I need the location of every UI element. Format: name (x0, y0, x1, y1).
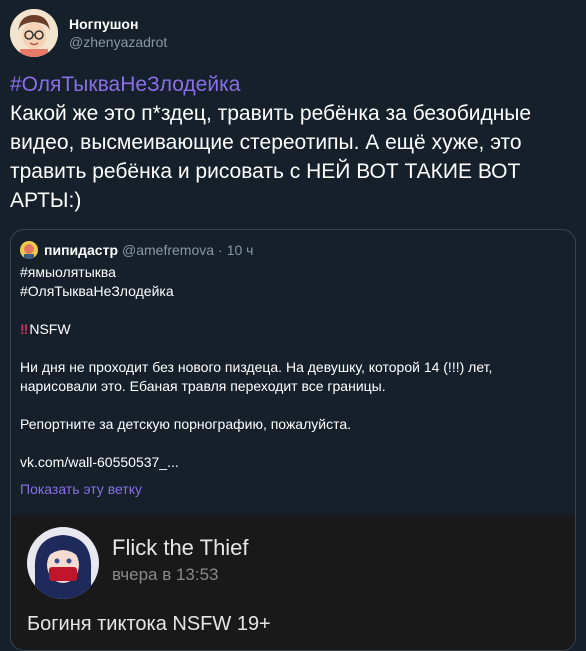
quoted-media-image[interactable]: Flick the Thief вчера в 13:53 Богиня тик… (11, 515, 575, 650)
quoted-text-line: Ни дня не проходит без нового пиздеца. Н… (20, 359, 493, 375)
quoted-author-name: пипидастр (44, 242, 118, 258)
quoted-hashtag[interactable]: #ямыолятыква (20, 263, 560, 282)
quoted-tweet[interactable]: пипидастр @amefremova · 10 ч #ямыолятыкв… (10, 229, 576, 651)
nsfw-label: NSFW (29, 321, 71, 337)
tweet-hashtag[interactable]: #ОляТыкваНеЗлодейка (10, 72, 240, 98)
quoted-link[interactable]: vk.com/wall-60550537_... (20, 453, 560, 472)
nsfw-line: !! NSFW (20, 320, 560, 339)
author-display-name[interactable]: Ногпушон (69, 15, 167, 33)
tweet-text: Какой же это п*здец, травить ребёнка за … (10, 102, 532, 212)
quoted-author-handle: @amefremova (122, 242, 215, 258)
double-exclamation-icon: !! (20, 321, 28, 337)
author-handle[interactable]: @zhenyazadrot (69, 33, 167, 51)
quoted-author-avatar (20, 241, 38, 259)
quoted-separator: · (218, 242, 223, 258)
show-thread-link[interactable]: Показать эту ветку (20, 480, 142, 498)
quoted-tweet-body: #ямыолятыква #ОляТыкваНеЗлодейка !! NSFW… (20, 263, 560, 472)
quoted-text-line: Репортните за детскую порнографию, пожал… (20, 416, 352, 432)
quoted-tweet-header: пипидастр @amefremova · 10 ч (20, 241, 253, 259)
media-avatar (27, 527, 99, 599)
media-author-name: Flick the Thief (112, 535, 249, 560)
author-avatar[interactable] (10, 9, 58, 57)
quoted-hashtag[interactable]: #ОляТыкваНеЗлодейка (20, 282, 560, 301)
tweet-header: Ногпушон @zhenyazadrot (10, 8, 167, 58)
quoted-text-line: нарисовали это. Ебаная травля переходит … (20, 378, 386, 394)
media-timestamp: вчера в 13:53 (112, 565, 219, 584)
quoted-timestamp: 10 ч (226, 242, 254, 258)
media-caption: Богиня тиктока NSFW 19+ (27, 613, 271, 635)
